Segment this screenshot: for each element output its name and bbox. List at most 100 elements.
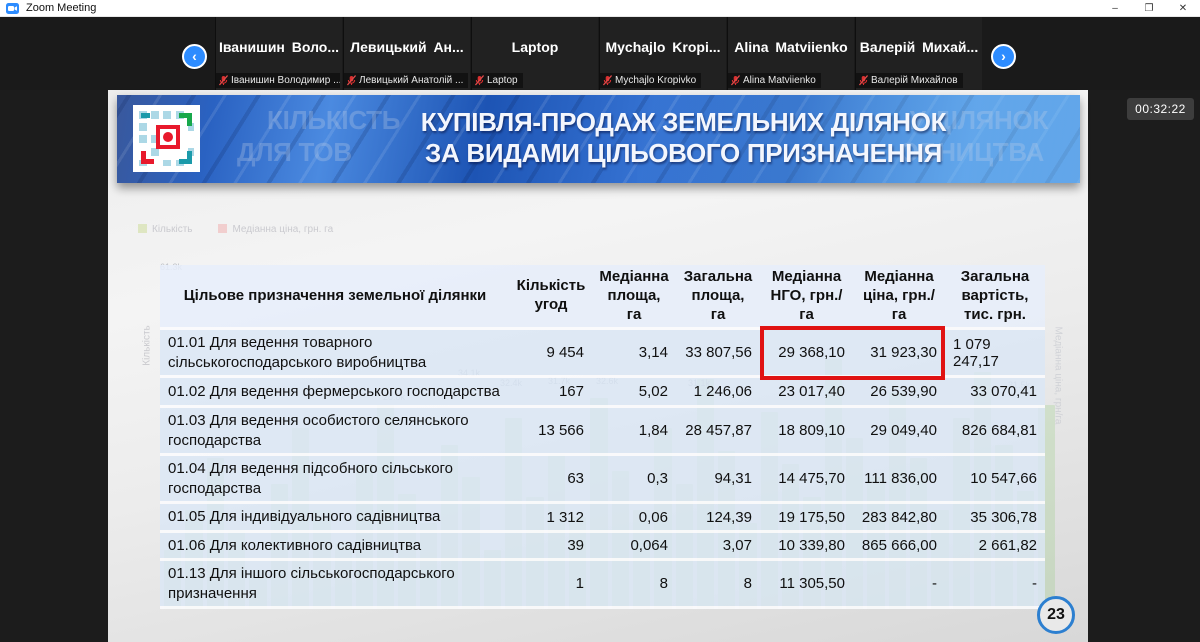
participant-name: Левицький Ан... bbox=[344, 39, 470, 55]
cell-total-value: - bbox=[945, 561, 1045, 606]
table-row: 01.05 Для індивідуального садівництва 1 … bbox=[160, 504, 1045, 533]
participant-label-text: Alina Matviienko bbox=[743, 75, 816, 86]
participant-tile[interactable]: Валерій Михай... Валерій Михайлов bbox=[855, 17, 982, 90]
cell-total-value: 35 306,78 bbox=[945, 504, 1045, 530]
legend-item: Медіанна ціна, грн. га bbox=[218, 224, 333, 235]
participant-label: Alina Matviienko bbox=[728, 73, 821, 88]
cell-total-value: 2 661,82 bbox=[945, 533, 1045, 559]
participant-tile[interactable]: Mychajlo Kropi... Mychajlo Kropivko bbox=[599, 17, 726, 90]
land-sales-table: Цільове призначення земельної ділянки Кі… bbox=[160, 265, 1045, 609]
col-header: Загальна площа, га bbox=[676, 265, 760, 327]
participant-label-text: Mychajlo Kropivko bbox=[615, 75, 696, 86]
background-chart-legend: Кількість Медіанна ціна, грн. га bbox=[138, 224, 333, 235]
legend-swatch-green bbox=[138, 224, 147, 233]
slide-title-line2: ЗА ВИДАМИ ЦІЛЬОВОГО ПРИЗНАЧЕННЯ bbox=[297, 138, 1070, 169]
maximize-button[interactable]: ❐ bbox=[1132, 0, 1166, 16]
cell-median-price: 283 842,80 bbox=[853, 504, 945, 530]
cell-purpose: 01.03 Для ведення особистого селянського… bbox=[160, 408, 510, 453]
cell-median-ngo: 18 809,10 bbox=[760, 408, 853, 453]
cell-total-area: 1 246,06 bbox=[676, 378, 760, 405]
participant-tile[interactable]: Laptop Laptop bbox=[471, 17, 598, 90]
participant-label-text: Іванишин Володимир ... bbox=[231, 75, 340, 86]
cell-deals: 1 312 bbox=[510, 504, 592, 530]
window-title: Zoom Meeting bbox=[26, 2, 96, 14]
participant-name: Alina Matviienko bbox=[728, 39, 854, 55]
table-row: 01.06 Для колективного садівництва 39 0,… bbox=[160, 533, 1045, 562]
participant-name: Іванишин Воло... bbox=[216, 39, 342, 55]
cell-deals: 13 566 bbox=[510, 408, 592, 453]
cell-total-area: 8 bbox=[676, 561, 760, 606]
participant-tile[interactable]: Іванишин Воло... Іванишин Володимир ... bbox=[215, 17, 342, 90]
cell-median-ngo: 19 175,50 bbox=[760, 504, 853, 530]
minimize-button[interactable]: – bbox=[1098, 0, 1132, 16]
cell-total-value: 1 079 247,17 bbox=[945, 330, 1045, 375]
cell-median-area: 0,064 bbox=[592, 533, 676, 559]
shared-slide: КІЛЬКІСТЬ ДЛЯ ТОВ У ДІЛЯНОК ОБНИЦТВА bbox=[108, 90, 1088, 642]
cell-total-value: 826 684,81 bbox=[945, 408, 1045, 453]
mic-muted-icon bbox=[475, 75, 484, 86]
participant-tile[interactable]: Левицький Ан... Левицький Анатолій ... bbox=[343, 17, 470, 90]
cell-deals: 9 454 bbox=[510, 330, 592, 375]
window-titlebar: Zoom Meeting – ❐ ✕ bbox=[0, 0, 1200, 17]
participant-strip: ‹ Іванишин Воло... Іванишин Володимир ..… bbox=[0, 17, 1200, 90]
participant-label: Laptop bbox=[472, 73, 523, 88]
participant-label: Валерій Михайлов bbox=[856, 73, 963, 88]
cell-median-ngo: 29 368,10 bbox=[760, 330, 853, 375]
recording-timer: 00:32:22 bbox=[1127, 98, 1194, 120]
slide-title-line1: КУПІВЛЯ-ПРОДАЖ ЗЕМЕЛЬНИХ ДІЛЯНОК bbox=[297, 107, 1070, 138]
slide-header-banner: КІЛЬКІСТЬ ДЛЯ ТОВ У ДІЛЯНОК ОБНИЦТВА bbox=[117, 95, 1080, 183]
cell-median-area: 8 bbox=[592, 561, 676, 606]
table-row: 01.13 Для іншого сільськогосподарського … bbox=[160, 561, 1045, 609]
cell-total-value: 33 070,41 bbox=[945, 378, 1045, 405]
cell-purpose: 01.13 Для іншого сільськогосподарського … bbox=[160, 561, 510, 606]
col-header: Медіанна площа, га bbox=[592, 265, 676, 327]
table-row: 01.03 Для ведення особистого селянського… bbox=[160, 408, 1045, 456]
organization-logo bbox=[133, 105, 200, 172]
participant-tile[interactable]: Alina Matviienko Alina Matviienko bbox=[727, 17, 854, 90]
cell-median-price: 111 836,00 bbox=[853, 456, 945, 501]
table-row: 01.04 Для ведення підсобного сільського … bbox=[160, 456, 1045, 504]
col-header: Кількість угод bbox=[510, 265, 592, 327]
cell-median-area: 0,06 bbox=[592, 504, 676, 530]
cell-median-ngo: 23 017,40 bbox=[760, 378, 853, 405]
zoom-app-icon bbox=[6, 3, 19, 14]
cell-median-price: 31 923,30 bbox=[853, 330, 945, 375]
scroll-left-button[interactable]: ‹ bbox=[182, 44, 207, 69]
cell-total-area: 33 807,56 bbox=[676, 330, 760, 375]
cell-purpose: 01.04 Для ведення підсобного сільського … bbox=[160, 456, 510, 501]
legend-label: Кількість bbox=[152, 224, 192, 235]
slide-page-number: 23 bbox=[1037, 596, 1075, 634]
cell-total-area: 3,07 bbox=[676, 533, 760, 559]
cell-median-area: 1,84 bbox=[592, 408, 676, 453]
cell-median-area: 5,02 bbox=[592, 378, 676, 405]
participant-label-text: Левицький Анатолій ... bbox=[359, 75, 463, 86]
participant-label: Іванишин Володимир ... bbox=[216, 73, 340, 88]
mic-muted-icon bbox=[731, 75, 740, 86]
mic-muted-icon bbox=[219, 75, 228, 86]
legend-label: Медіанна ціна, грн. га bbox=[232, 224, 333, 235]
participant-name: Laptop bbox=[472, 39, 598, 55]
slide-title: КУПІВЛЯ-ПРОДАЖ ЗЕМЕЛЬНИХ ДІЛЯНОК ЗА ВИДА… bbox=[297, 107, 1070, 169]
col-header: Медіанна НГО, грн./га bbox=[760, 265, 853, 327]
participant-label-text: Валерій Михайлов bbox=[871, 75, 958, 86]
cell-median-ngo: 14 475,70 bbox=[760, 456, 853, 501]
cell-deals: 39 bbox=[510, 533, 592, 559]
participant-label: Mychajlo Kropivko bbox=[600, 73, 701, 88]
cell-purpose: 01.02 Для ведення фермерського господарс… bbox=[160, 378, 510, 405]
participant-name: Mychajlo Kropi... bbox=[600, 39, 726, 55]
cell-purpose: 01.05 Для індивідуального садівництва bbox=[160, 504, 510, 530]
cell-deals: 167 bbox=[510, 378, 592, 405]
cell-median-price: 26 539,90 bbox=[853, 378, 945, 405]
cell-median-area: 3,14 bbox=[592, 330, 676, 375]
scroll-right-button[interactable]: › bbox=[991, 44, 1016, 69]
mic-muted-icon bbox=[347, 75, 356, 86]
close-button[interactable]: ✕ bbox=[1166, 0, 1200, 16]
cell-median-price: 29 049,40 bbox=[853, 408, 945, 453]
cell-deals: 63 bbox=[510, 456, 592, 501]
col-header: Медіанна ціна, грн./га bbox=[853, 265, 945, 327]
participant-label-text: Laptop bbox=[487, 75, 518, 86]
col-header: Загальна вартість, тис. грн. bbox=[945, 265, 1045, 327]
legend-swatch-red bbox=[218, 224, 227, 233]
cell-median-price: - bbox=[853, 561, 945, 606]
chart-y-axis-left-label: Кількість bbox=[142, 311, 153, 381]
